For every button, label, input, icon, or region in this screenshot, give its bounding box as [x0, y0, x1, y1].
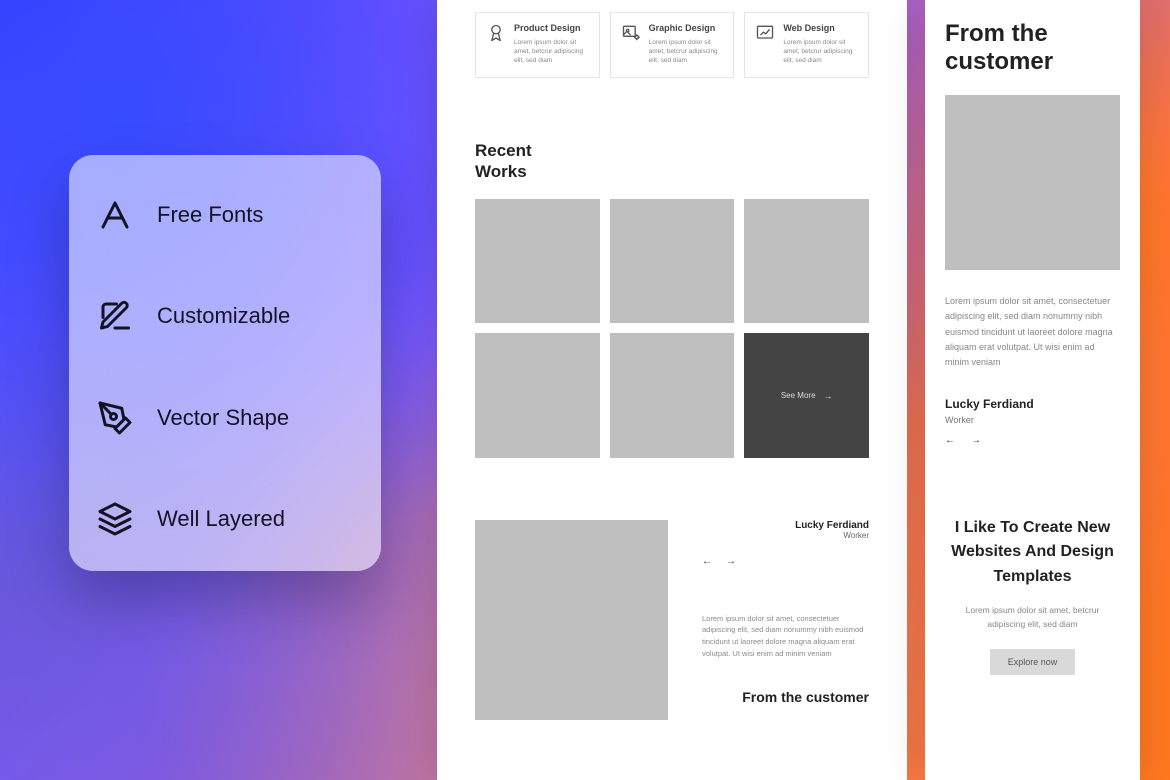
work-thumbnail[interactable] — [610, 199, 735, 324]
right-panel: From the customer Lorem ipsum dolor sit … — [925, 0, 1140, 780]
arrow-left-icon[interactable]: ← — [945, 435, 955, 446]
service-card-graphic-design[interactable]: Graphic Design Lorem ipsum dolor sit ame… — [610, 12, 735, 78]
service-card-product-design[interactable]: Product Design Lorem ipsum dolor sit ame… — [475, 12, 600, 78]
pen-tool-icon — [97, 400, 133, 436]
feature-card: Free Fonts Customizable Vector Shape Wel… — [69, 155, 381, 571]
explore-now-button[interactable]: Explore now — [990, 649, 1076, 675]
see-more-label: See More — [781, 391, 816, 400]
feature-well-layered: Well Layered — [97, 501, 353, 537]
from-customer-heading: From the customer — [945, 20, 1120, 75]
cta-title: I Like To Create New Websites And Design… — [945, 516, 1120, 590]
testimonial-nav: ← → — [702, 556, 736, 567]
feature-label: Customizable — [157, 303, 290, 329]
work-thumbnail[interactable] — [610, 333, 735, 458]
works-grid: See More → — [475, 199, 869, 458]
feature-label: Well Layered — [157, 506, 285, 532]
testimonial-block: ← → Lucky Ferdiand Worker Lorem ipsum do… — [475, 520, 869, 720]
testimonial-image — [475, 520, 668, 720]
recent-works-title: Recent Works — [475, 140, 545, 183]
from-customer-title: From the customer — [702, 689, 869, 705]
feature-customizable: Customizable — [97, 298, 353, 334]
arrow-right-icon: → — [824, 391, 833, 401]
work-thumbnail[interactable] — [744, 199, 869, 324]
arrow-right-icon[interactable]: → — [726, 556, 736, 567]
testimonial-role: Worker — [945, 415, 1120, 425]
badge-icon — [486, 23, 506, 43]
service-card-web-design[interactable]: Web Design Lorem ipsum dolor sit amet, b… — [744, 12, 869, 78]
cta-section: I Like To Create New Websites And Design… — [945, 516, 1120, 676]
analytics-icon — [755, 23, 775, 43]
testimonial-quote: Lorem ipsum dolor sit amet, consectetuer… — [702, 613, 869, 660]
feature-label: Vector Shape — [157, 405, 289, 431]
testimonial-name: Lucky Ferdiand — [945, 397, 1120, 411]
arrow-right-icon[interactable]: → — [971, 435, 981, 446]
layers-icon — [97, 501, 133, 537]
service-title: Graphic Design — [649, 23, 724, 34]
testimonial-image — [945, 95, 1120, 270]
see-more-button[interactable]: See More → — [744, 333, 869, 458]
testimonial-role: Worker — [795, 531, 869, 540]
service-title: Product Design — [514, 23, 589, 34]
work-thumbnail[interactable] — [475, 199, 600, 324]
work-thumbnail[interactable] — [475, 333, 600, 458]
image-gear-icon — [621, 23, 641, 43]
services-row: Product Design Lorem ipsum dolor sit ame… — [475, 12, 869, 78]
service-title: Web Design — [783, 23, 858, 34]
testimonial-quote: Lorem ipsum dolor sit amet, consectetuer… — [945, 294, 1120, 370]
cta-subtitle: Lorem ipsum dolor sit amet, betcrur adip… — [945, 604, 1120, 631]
service-sub: Lorem ipsum dolor sit amet, betcrur adip… — [649, 38, 724, 65]
feature-vector-shape: Vector Shape — [97, 400, 353, 436]
feature-free-fonts: Free Fonts — [97, 197, 353, 233]
service-sub: Lorem ipsum dolor sit amet, betcrur adip… — [783, 38, 858, 65]
text-a-icon — [97, 197, 133, 233]
center-panel: Product Design Lorem ipsum dolor sit ame… — [437, 0, 907, 780]
arrow-left-icon[interactable]: ← — [702, 556, 712, 567]
edit-icon — [97, 298, 133, 334]
testimonial-nav: ← → — [945, 435, 1120, 446]
feature-label: Free Fonts — [157, 202, 263, 228]
service-sub: Lorem ipsum dolor sit amet, betcrur adip… — [514, 38, 589, 65]
testimonial-name: Lucky Ferdiand — [795, 520, 869, 531]
